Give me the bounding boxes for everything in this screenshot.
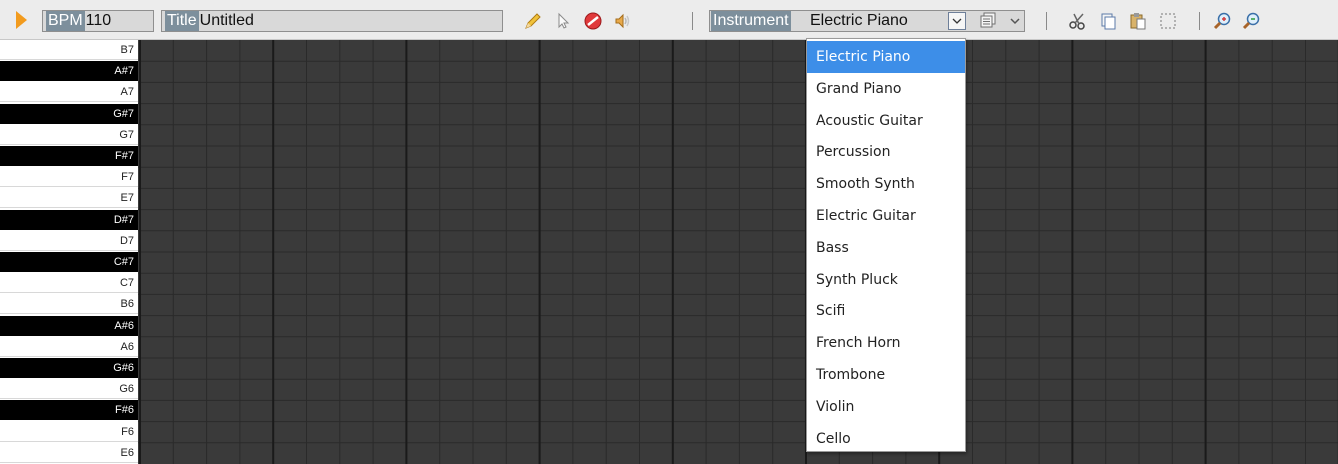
- piano-keys: B7 A#7 A7 G#7 G7 F#7 F7 E7 D#7 D7 C#7 C7 B6 A#6 A6 G#6 G…: [0, 40, 138, 464]
- piano-key[interactable]: E7: [0, 188, 138, 209]
- piano-key[interactable]: A#6: [0, 315, 138, 336]
- piano-key[interactable]: D7: [0, 230, 138, 251]
- instrument-option[interactable]: Electric Guitar: [807, 200, 965, 232]
- instrument-option[interactable]: Scifi: [807, 295, 965, 327]
- copy-icon[interactable]: [1096, 9, 1120, 33]
- instrument-option[interactable]: Bass: [807, 232, 965, 264]
- chevron-down-icon[interactable]: [1003, 9, 1027, 33]
- piano-key[interactable]: F#6: [0, 400, 138, 421]
- instrument-option[interactable]: Trombone: [807, 359, 965, 391]
- toolbar: BPM 110 Title Untitled Instrument Electric…: [0, 0, 1338, 40]
- instrument-dropdown[interactable]: Electric Piano Grand Piano Acoustic Guitar…: [806, 38, 966, 452]
- instrument-option[interactable]: Electric Piano: [807, 41, 965, 73]
- piano-key[interactable]: G6: [0, 379, 138, 400]
- instrument-label: Instrument: [711, 11, 791, 31]
- note-grid[interactable]: [138, 40, 1338, 464]
- instrument-option[interactable]: Percussion: [807, 136, 965, 168]
- piano-key[interactable]: G#6: [0, 358, 138, 378]
- instrument-option[interactable]: Cello: [807, 423, 965, 455]
- speaker-icon[interactable]: [611, 9, 635, 33]
- piano-key[interactable]: F#7: [0, 146, 138, 166]
- instrument-option[interactable]: Smooth Synth: [807, 168, 965, 200]
- chevron-down-icon[interactable]: [948, 12, 966, 30]
- track-list-icon[interactable]: [976, 9, 1000, 33]
- piano-key[interactable]: A#7: [0, 61, 138, 82]
- title-value[interactable]: Untitled: [199, 12, 254, 29]
- instrument-option[interactable]: French Horn: [807, 327, 965, 359]
- toolbar-divider: [1199, 12, 1200, 30]
- piano-key[interactable]: F6: [0, 421, 138, 442]
- toolbar-divider: [692, 12, 693, 30]
- play-button[interactable]: [16, 11, 27, 29]
- piano-key[interactable]: C7: [0, 273, 138, 294]
- pencil-icon[interactable]: [521, 9, 545, 33]
- pointer-icon[interactable]: [551, 9, 575, 33]
- paste-icon[interactable]: [1126, 9, 1150, 33]
- piano-key[interactable]: A6: [0, 336, 138, 357]
- bpm-label: BPM: [46, 11, 85, 31]
- cut-icon[interactable]: [1066, 9, 1090, 33]
- title-label: Title: [165, 11, 199, 31]
- bpm-field[interactable]: BPM 110: [42, 10, 154, 32]
- piano-key[interactable]: C#7: [0, 252, 138, 272]
- piano-key[interactable]: G7: [0, 124, 138, 145]
- instrument-option[interactable]: Violin: [807, 391, 965, 423]
- instrument-option[interactable]: Acoustic Guitar: [807, 105, 965, 137]
- piano-key[interactable]: B7: [0, 40, 138, 60]
- delete-icon[interactable]: [581, 9, 605, 33]
- select-icon[interactable]: [1156, 9, 1180, 33]
- piano-key[interactable]: A7: [0, 82, 138, 103]
- bpm-value[interactable]: 110: [85, 12, 112, 29]
- zoom-out-icon[interactable]: [1240, 9, 1264, 33]
- zoom-in-icon[interactable]: [1211, 9, 1235, 33]
- piano-key[interactable]: B6: [0, 294, 138, 315]
- title-field[interactable]: Title Untitled: [161, 10, 503, 32]
- instrument-option[interactable]: Grand Piano: [807, 73, 965, 105]
- instrument-selected-value[interactable]: Electric Piano: [810, 11, 908, 31]
- piano-key[interactable]: G#7: [0, 103, 138, 124]
- piano-key[interactable]: F7: [0, 167, 138, 188]
- piano-key[interactable]: D#7: [0, 209, 138, 230]
- toolbar-divider: [1046, 12, 1047, 30]
- instrument-option[interactable]: Synth Pluck: [807, 264, 965, 296]
- piano-key[interactable]: E6: [0, 442, 138, 463]
